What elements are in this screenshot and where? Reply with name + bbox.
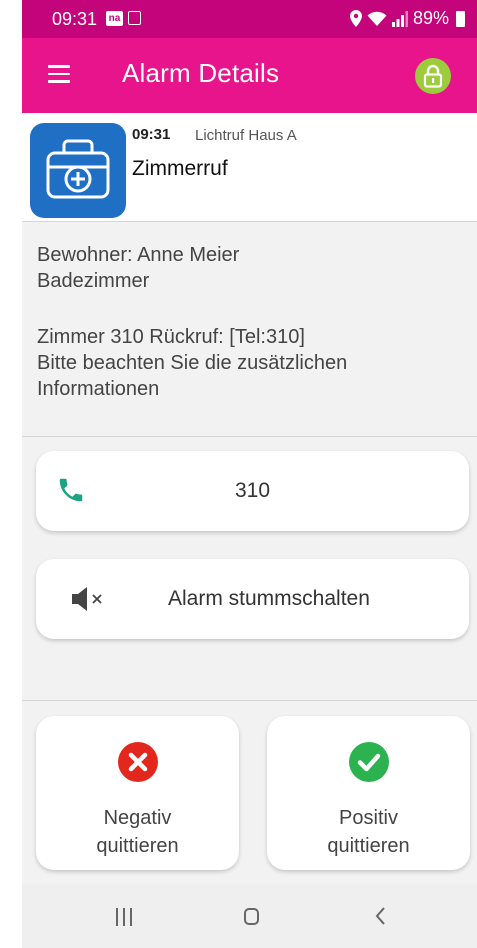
divider	[22, 700, 477, 701]
check-circle-icon	[349, 742, 389, 782]
divider	[22, 221, 477, 222]
back-button[interactable]	[374, 906, 386, 926]
alarm-time: 09:31	[132, 126, 171, 143]
callback-info: Zimmer 310 Rückruf: [Tel:310]	[37, 326, 305, 348]
menu-icon[interactable]	[48, 65, 70, 85]
recents-button[interactable]	[114, 908, 134, 926]
negative-acknowledge-button[interactable]: Negativ quittieren	[36, 716, 239, 870]
alarm-notes: Zimmer 310 Rückruf: [Tel:310] Bitte beac…	[37, 324, 347, 402]
resident-info: Bewohner: Anne Meier Badezimmer	[37, 242, 239, 294]
system-nav-bar	[22, 884, 477, 948]
resident-location: Badezimmer	[37, 270, 150, 292]
alarm-header: 09:31 Lichtruf Haus A Zimmerruf	[22, 113, 477, 221]
wifi-icon	[367, 11, 387, 26]
lock-icon	[423, 64, 443, 88]
location-icon	[349, 10, 362, 27]
status-indicators: 89%	[349, 8, 465, 29]
app-bar: Alarm Details	[22, 38, 477, 113]
mute-alarm-button[interactable]: Alarm stummschalten	[36, 559, 469, 639]
home-button[interactable]	[244, 908, 259, 925]
label-line: quittieren	[96, 835, 179, 857]
positive-acknowledge-button[interactable]: Positiv quittieren	[267, 716, 470, 870]
note-line: Bitte beachten Sie die zusätzlichen	[37, 352, 348, 374]
status-time: 09:31	[52, 9, 98, 29]
x-circle-icon	[118, 742, 158, 782]
speaker-muted-icon	[72, 587, 102, 611]
label-line: quittieren	[327, 835, 410, 857]
screenshot-icon	[128, 11, 141, 25]
alarm-source: Lichtruf Haus A	[195, 127, 297, 144]
note-line: Informationen	[37, 378, 160, 400]
negative-acknowledge-label: Negativ quittieren	[36, 804, 239, 860]
alarm-type: Zimmerruf	[132, 157, 228, 180]
resident-name: Bewohner: Anne Meier	[37, 244, 240, 266]
phone-screen: 09:31 na 89% Alarm Details 09:31 Lichtru…	[22, 0, 477, 948]
battery-icon	[456, 10, 465, 27]
divider	[22, 436, 477, 437]
call-button[interactable]: 310	[36, 451, 469, 531]
positive-acknowledge-label: Positiv quittieren	[267, 804, 470, 860]
lock-button[interactable]	[415, 58, 451, 94]
page-title: Alarm Details	[122, 58, 280, 88]
label-line: Positiv	[339, 807, 398, 829]
status-bar: 09:31 na 89%	[22, 0, 477, 38]
battery-percent: 89%	[412, 8, 449, 28]
label-line: Negativ	[103, 807, 172, 829]
signal-icon	[391, 10, 408, 27]
notification-app-icon: na	[106, 11, 123, 26]
medkit-tile	[30, 123, 126, 218]
mute-label: Alarm stummschalten	[168, 587, 370, 610]
medkit-icon	[46, 139, 110, 199]
call-number: 310	[234, 479, 271, 502]
